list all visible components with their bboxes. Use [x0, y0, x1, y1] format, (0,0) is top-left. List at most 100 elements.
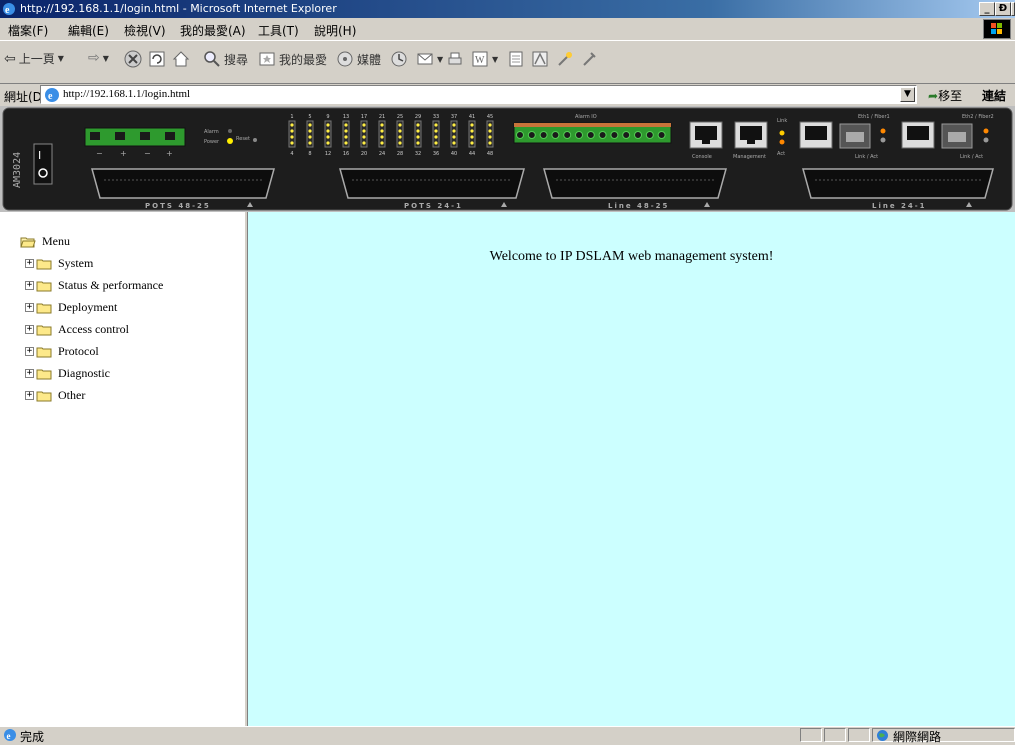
print-icon [448, 52, 462, 65]
device-model: AM3024 [12, 152, 23, 188]
mail-icon [417, 53, 433, 65]
port-led [470, 141, 474, 145]
tree-item-system[interactable]: + System [25, 256, 93, 271]
alarm-led [228, 129, 232, 133]
messenger-button[interactable] [531, 50, 549, 68]
tree-item-status-performance[interactable]: + Status & performance [25, 278, 163, 293]
messenger-icon [532, 51, 548, 67]
tree-item-label: Status & performance [58, 278, 164, 292]
menu-favorites[interactable]: 我的最愛(A) [180, 22, 246, 39]
tree-item-access-control[interactable]: + Access control [25, 322, 129, 337]
research-button[interactable] [556, 50, 574, 68]
expand-plus-icon[interactable]: + [25, 347, 34, 356]
port-led [398, 129, 402, 133]
led-number: 8 [308, 151, 311, 157]
port-led [452, 123, 456, 127]
device-panel: AM3024 I − + − + Alarm Power Reset 1 5 9 13… [0, 106, 1015, 212]
led-number: 9 [326, 114, 329, 120]
expand-plus-icon[interactable]: + [25, 281, 34, 290]
port-led [290, 129, 294, 133]
port-led [362, 129, 366, 133]
tree-item-other[interactable]: + Other [25, 388, 85, 403]
menu-tools[interactable]: 工具(T) [258, 22, 299, 39]
address-dropdown-button[interactable]: ▼ [900, 87, 915, 102]
led-number: 48 [487, 151, 493, 157]
back-label: 上一頁 [18, 52, 55, 66]
terminal-hole [527, 131, 536, 139]
refresh-button[interactable] [148, 50, 166, 68]
reset-button[interactable] [253, 138, 257, 142]
eth2-link-act-label: Link / Act [960, 154, 983, 160]
eth1-label: Eth1 / Fiber1 [858, 114, 890, 120]
svg-text:e: e [5, 5, 10, 16]
led-number: 44 [469, 151, 475, 157]
menu-edit[interactable]: 編輯(E) [68, 22, 109, 39]
console-label: Console [692, 154, 712, 160]
svg-text:e: e [48, 91, 53, 102]
line-24-1-label: Line 24-1 [872, 202, 927, 210]
tree-item-diagnostic[interactable]: + Diagnostic [25, 366, 110, 381]
folder-icon [36, 325, 52, 335]
power-switch[interactable]: I [33, 143, 53, 185]
port-led [398, 141, 402, 145]
pots-48-25-label: POTS 48-25 [145, 202, 211, 210]
menu-file[interactable]: 檔案(F) [8, 22, 48, 39]
port-led [452, 141, 456, 145]
menu-help[interactable]: 說明(H) [314, 22, 356, 39]
minimize-button[interactable]: _ [979, 2, 995, 16]
tree-item-protocol[interactable]: + Protocol [25, 344, 99, 359]
folder-icon [36, 369, 52, 379]
expand-plus-icon[interactable]: + [25, 391, 34, 400]
address-input[interactable]: e http://192.168.1.1/login.html ▼ [40, 85, 917, 104]
folder-icon [36, 347, 52, 357]
edit-button[interactable]: W ▼ [471, 50, 498, 68]
act-led [779, 139, 785, 145]
expand-plus-icon[interactable]: + [25, 259, 34, 268]
link-led [779, 130, 785, 136]
favorites-button[interactable]: 我的最愛 [258, 50, 327, 68]
tree-item-label: System [58, 256, 94, 270]
tools-button[interactable] [580, 50, 598, 68]
port-led [344, 129, 348, 133]
port-led [344, 123, 348, 127]
close-button[interactable] [1011, 2, 1015, 16]
print-button[interactable] [446, 50, 464, 68]
go-button[interactable]: ➦移至 [928, 87, 962, 104]
port-led [488, 129, 492, 133]
terminal-hole [634, 131, 642, 139]
discuss-button[interactable] [507, 50, 525, 68]
led-number: 32 [415, 151, 421, 157]
expand-plus-icon[interactable]: + [25, 369, 34, 378]
eth1-led [880, 128, 886, 134]
menu-view[interactable]: 檢視(V) [124, 22, 166, 39]
home-button[interactable] [172, 50, 190, 68]
port-led [380, 135, 384, 139]
tree-item-label: Diagnostic [58, 366, 110, 380]
menu-bar: 檔案(F) 編輯(E) 檢視(V) 我的最愛(A) 工具(T) 說明(H) [0, 18, 1015, 41]
led-number: 40 [451, 151, 457, 157]
search-button[interactable]: 搜尋 [203, 50, 248, 68]
document-icon [509, 51, 523, 67]
status-bar: e 完成 網際網路 [0, 726, 1015, 744]
links-button[interactable]: 連結 [982, 87, 1006, 104]
mail-button[interactable]: ▼ [416, 50, 443, 68]
tree-root-menu[interactable]: Menu [20, 234, 70, 249]
expand-plus-icon[interactable]: + [25, 325, 34, 334]
line-48-25-connector [543, 168, 727, 199]
history-button[interactable] [390, 50, 408, 68]
port-led [362, 123, 366, 127]
tree-item-label: Deployment [58, 300, 118, 314]
tree-item-deployment[interactable]: + Deployment [25, 300, 117, 315]
stop-button[interactable] [124, 50, 142, 68]
expand-plus-icon[interactable]: + [25, 303, 34, 312]
folder-icon [36, 303, 52, 313]
main-frame: Welcome to IP DSLAM web management syste… [248, 212, 1015, 726]
search-label: 搜尋 [224, 52, 249, 67]
media-button[interactable]: 媒體 [336, 50, 381, 68]
back-button[interactable]: ⇦ 上一頁 ▼ [4, 50, 64, 67]
forward-button[interactable]: ⇨ ▼ [88, 50, 109, 66]
restore-button[interactable]: Ɖ [995, 2, 1011, 16]
media-label: 媒體 [357, 52, 382, 67]
port-led [344, 141, 348, 145]
port-led [308, 141, 312, 145]
